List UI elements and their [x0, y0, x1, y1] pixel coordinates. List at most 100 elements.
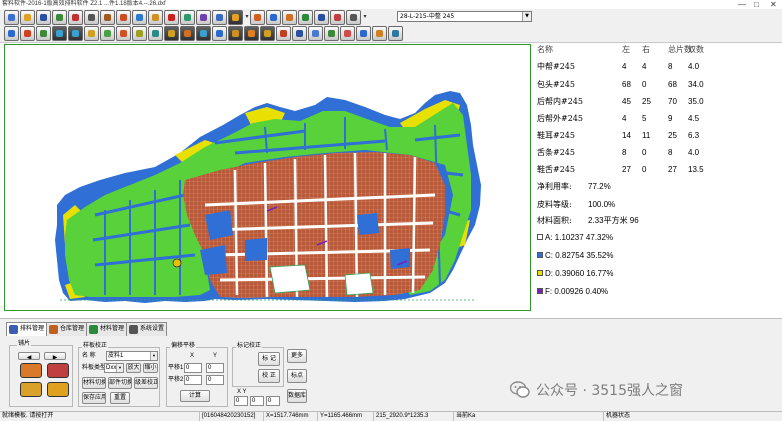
part-switch-button[interactable]: 部件切换	[108, 377, 132, 389]
chevron-down-icon[interactable]: ▼	[150, 352, 157, 360]
stop-icon[interactable]	[164, 10, 179, 25]
piece-h-icon[interactable]	[212, 26, 227, 41]
align-icon[interactable]	[314, 10, 329, 25]
database-button[interactable]: 数据库	[287, 389, 307, 403]
next-piece-button[interactable]: ▶	[44, 352, 66, 360]
move-icon[interactable]	[298, 10, 313, 25]
piece-k-icon[interactable]	[260, 26, 275, 41]
sample-name-select[interactable]: 皮料1 ▼	[106, 351, 158, 361]
save-apply-button[interactable]: 保存应用	[82, 392, 106, 404]
tab-warehouse[interactable]: 仓库管理	[46, 322, 88, 336]
piece-p-icon[interactable]	[340, 26, 355, 41]
flip-icon[interactable]	[84, 26, 99, 41]
header-pairs: 双数	[688, 45, 704, 54]
piece-e-icon[interactable]	[164, 26, 179, 41]
move1-y-input[interactable]: 0	[206, 363, 224, 373]
more-button[interactable]: 更多	[287, 349, 307, 363]
xy-z-input[interactable]: 0	[266, 396, 280, 406]
export-icon[interactable]	[68, 10, 83, 25]
grade-adjust-button[interactable]: 级差校正	[134, 377, 158, 389]
close-button[interactable]: ✕	[770, 0, 777, 9]
part-pairs: 6.3	[688, 131, 700, 140]
pen-icon[interactable]	[20, 26, 35, 41]
import-icon[interactable]	[52, 10, 67, 25]
pointer-icon[interactable]	[4, 26, 19, 41]
mark-button[interactable]: 标 记	[258, 352, 280, 366]
chevron-down-icon[interactable]: ▼	[116, 364, 123, 372]
open-file-icon[interactable]	[20, 10, 35, 25]
nesting-canvas[interactable]	[4, 44, 531, 311]
minimize-button[interactable]: —	[738, 0, 746, 9]
new-file-icon[interactable]	[4, 10, 19, 25]
camera-icon[interactable]	[100, 10, 115, 25]
piece-a-icon[interactable]	[100, 26, 115, 41]
rotate-right-icon[interactable]	[68, 26, 83, 41]
zoom-out-icon[interactable]	[36, 26, 51, 41]
layout-icon[interactable]	[132, 10, 147, 25]
move2-x-input[interactable]: 0	[184, 375, 202, 385]
dropdown-arrow-icon-2[interactable]: ▾	[362, 10, 368, 25]
shrink-button[interactable]: 缩小	[143, 363, 158, 373]
part-right: 25	[642, 97, 651, 106]
part-total: 68	[668, 80, 677, 89]
piece-g-icon[interactable]	[196, 26, 211, 41]
tab-settings[interactable]: 系统设置	[126, 322, 168, 336]
measure-icon[interactable]	[266, 10, 281, 25]
move1-x-input[interactable]: 0	[184, 363, 202, 373]
part-total: 9	[668, 114, 673, 123]
cut-icon[interactable]	[228, 10, 243, 25]
calc-button[interactable]: 计算	[180, 390, 210, 402]
piece-m-icon[interactable]	[292, 26, 307, 41]
maximize-button[interactable]: □	[754, 0, 759, 9]
mirror-icon[interactable]	[196, 10, 211, 25]
auto-nest-icon[interactable]	[148, 10, 163, 25]
piece-b-icon[interactable]	[116, 26, 131, 41]
group-icon[interactable]	[330, 10, 345, 25]
correct-button[interactable]: 校 正	[258, 369, 280, 383]
style-select[interactable]: 28-L-215-中整 245 ▼	[397, 11, 532, 22]
reset-button[interactable]: 重置	[110, 392, 130, 404]
sample-type-select[interactable]: Dxx ▼	[104, 363, 124, 373]
piece-shape-a-icon[interactable]	[20, 363, 42, 378]
piece-s-icon[interactable]	[388, 26, 403, 41]
nest-icon[interactable]	[116, 10, 131, 25]
piece-d-icon[interactable]	[148, 26, 163, 41]
print-icon[interactable]	[84, 10, 99, 25]
xy-x-input[interactable]: 0	[234, 396, 248, 406]
prev-piece-button[interactable]: ◀	[18, 352, 40, 360]
piece-shape-b-icon[interactable]	[47, 363, 69, 378]
sample-type-label: 料板类型	[82, 365, 107, 371]
rotate-left-icon[interactable]	[52, 26, 67, 41]
move1-label: 平移1:	[168, 365, 186, 371]
material-area-value: 2.33平方米 96	[588, 216, 639, 225]
toolbar-row-2	[4, 26, 404, 41]
piece-c-icon[interactable]	[132, 26, 147, 41]
piece-o-icon[interactable]	[324, 26, 339, 41]
mark-point-button[interactable]: 标点	[287, 369, 307, 383]
select-icon[interactable]	[282, 10, 297, 25]
move2-y-input[interactable]: 0	[206, 375, 224, 385]
chevron-down-icon[interactable]: ▼	[522, 12, 531, 21]
piece-n-icon[interactable]	[308, 26, 323, 41]
tab-nesting[interactable]: 排料管理	[6, 322, 48, 336]
xy-y-input[interactable]: 0	[250, 396, 264, 406]
toolbar-row-1: ▾ ▾	[4, 10, 368, 25]
settings-icon[interactable]	[346, 10, 361, 25]
piece-j-icon[interactable]	[244, 26, 259, 41]
piece-shape-d-icon[interactable]	[47, 382, 69, 397]
rotate-icon[interactable]	[180, 10, 195, 25]
piece-i-icon[interactable]	[228, 26, 243, 41]
material-switch-button[interactable]: 材料切换	[82, 377, 106, 389]
piece-f-icon[interactable]	[180, 26, 195, 41]
piece-q-icon[interactable]	[356, 26, 371, 41]
zoom-in-icon[interactable]	[212, 10, 227, 25]
save-file-icon[interactable]	[36, 10, 51, 25]
piece-shape-c-icon[interactable]	[20, 382, 42, 397]
grid-icon[interactable]	[250, 10, 265, 25]
zoom-button[interactable]: 放大	[126, 363, 141, 373]
piece-r-icon[interactable]	[372, 26, 387, 41]
tab-material[interactable]: 材料管理	[86, 322, 128, 336]
piece-l-icon[interactable]	[276, 26, 291, 41]
part-name: 中帮#245	[537, 62, 575, 71]
tab-settings-label: 系统设置	[140, 326, 165, 332]
